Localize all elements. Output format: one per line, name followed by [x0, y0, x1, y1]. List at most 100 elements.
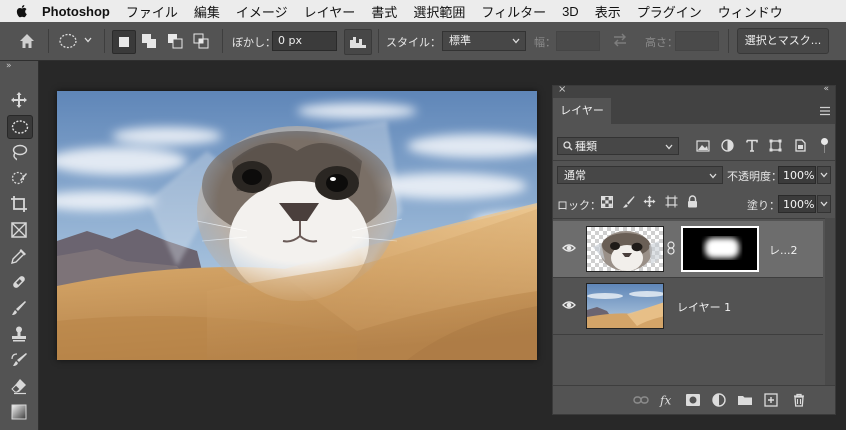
- app-menu[interactable]: Photoshop: [42, 4, 110, 19]
- menu-plugins[interactable]: プラグイン: [637, 2, 702, 21]
- panel-collapse-icon[interactable]: «: [823, 84, 829, 94]
- layer-row[interactable]: レイヤー 1: [553, 278, 823, 334]
- layer-style-fx-icon[interactable]: fx: [659, 392, 675, 408]
- filter-adjustment-icon[interactable]: [721, 139, 734, 152]
- bandage-icon: [13, 276, 25, 288]
- new-selection-icon: [119, 37, 129, 47]
- panel-close-icon[interactable]: ×: [558, 84, 566, 95]
- search-icon: [563, 141, 573, 151]
- menu-layer[interactable]: レイヤー: [304, 2, 356, 21]
- move-tool[interactable]: [7, 89, 31, 111]
- eye-icon[interactable]: [562, 241, 576, 255]
- layer-mask-thumbnail[interactable]: [681, 226, 759, 272]
- lock-all-icon[interactable]: [687, 195, 698, 208]
- lock-position-icon[interactable]: [643, 195, 656, 208]
- history-brush-tool[interactable]: [7, 349, 31, 371]
- healing-brush-tool[interactable]: [7, 271, 31, 293]
- new-group-folder-icon[interactable]: [737, 392, 753, 408]
- brush-tool[interactable]: [7, 297, 31, 319]
- elliptical-marquee-tool[interactable]: [7, 115, 33, 139]
- chevron-down-icon: [820, 172, 828, 178]
- eye-icon[interactable]: [562, 298, 576, 312]
- menu-3d[interactable]: 3D: [562, 4, 579, 19]
- lasso-tool[interactable]: [7, 141, 31, 163]
- adjustment-layer-icon[interactable]: [711, 392, 727, 408]
- height-input[interactable]: [675, 31, 719, 51]
- menu-window[interactable]: ウィンドウ: [718, 2, 783, 21]
- tool-preset-picker[interactable]: [58, 31, 94, 51]
- svg-text:fx: fx: [659, 394, 671, 408]
- feather-input[interactable]: 0 px: [272, 31, 337, 51]
- layers-scrollbar[interactable]: [825, 218, 835, 386]
- height-label: 高さ：: [645, 36, 678, 49]
- subtract-selection-icon: [168, 34, 183, 49]
- layer-filter-value: 種類: [575, 140, 597, 153]
- opacity-slider-toggle[interactable]: [817, 166, 831, 184]
- lock-artboard-icon[interactable]: [665, 195, 678, 208]
- clone-stamp-tool[interactable]: [7, 323, 31, 345]
- document-canvas[interactable]: [57, 91, 537, 360]
- menu-type[interactable]: 書式: [371, 2, 397, 21]
- menu-file[interactable]: ファイル: [126, 2, 178, 21]
- home-icon[interactable]: [18, 32, 36, 50]
- new-layer-icon[interactable]: [763, 392, 779, 408]
- menu-view[interactable]: 表示: [595, 2, 621, 21]
- filter-smart-object-icon[interactable]: [794, 139, 806, 152]
- panel-menu-icon[interactable]: [819, 106, 831, 116]
- new-selection-button[interactable]: [112, 30, 136, 54]
- lasso-icon: [12, 144, 28, 161]
- fill-slider-toggle[interactable]: [817, 195, 831, 213]
- eraser-tool[interactable]: [7, 375, 31, 397]
- layer-row[interactable]: レ...2: [553, 221, 823, 277]
- frame-tool[interactable]: [7, 219, 31, 241]
- lock-transparent-pixels-icon[interactable]: [601, 196, 613, 208]
- layer-thumbnail[interactable]: [586, 283, 664, 329]
- layer-filter-dropdown[interactable]: 種類: [557, 137, 679, 155]
- eyedropper-icon: [11, 249, 26, 264]
- fill-input[interactable]: 100%: [778, 195, 816, 213]
- desert-thumbnail-image: [587, 284, 663, 328]
- lock-image-pixels-icon[interactable]: [622, 195, 635, 208]
- link-layers-icon[interactable]: [633, 392, 649, 408]
- trash-icon[interactable]: [791, 392, 807, 408]
- style-dropdown[interactable]: 標準: [442, 31, 526, 51]
- layers-panel-footer: fx: [553, 385, 835, 414]
- options-bar: ぼかし： 0 px スタイル： 標準 幅： 高さ： 選択とマスク...: [0, 22, 846, 61]
- apple-icon[interactable]: [14, 3, 30, 19]
- menu-filter[interactable]: フィルター: [481, 2, 546, 21]
- filter-type-icon[interactable]: [746, 139, 758, 152]
- layer-thumbnail[interactable]: [586, 226, 664, 272]
- tab-layers[interactable]: レイヤー: [553, 98, 611, 124]
- layer-name[interactable]: レイヤー 1: [677, 299, 731, 315]
- panel-tab-row: レイヤー: [553, 98, 835, 124]
- ellipse-marquee-icon: [59, 33, 77, 49]
- eyedropper-tool[interactable]: [7, 245, 31, 267]
- select-and-mask-button[interactable]: 選択とマスク...: [737, 28, 829, 54]
- feather-label: ぼかし：: [232, 36, 276, 49]
- menu-edit[interactable]: 編集: [194, 2, 220, 21]
- add-mask-icon[interactable]: [685, 392, 701, 408]
- opacity-input[interactable]: 100%: [778, 166, 816, 184]
- filter-toggle-knob[interactable]: [821, 138, 828, 145]
- menu-image[interactable]: イメージ: [236, 2, 288, 21]
- menu-select[interactable]: 選択範囲: [413, 2, 465, 21]
- anti-alias-toggle[interactable]: [344, 29, 372, 55]
- gradient-tool[interactable]: [7, 401, 31, 423]
- quick-selection-tool[interactable]: [7, 167, 31, 189]
- gradient-icon: [11, 404, 27, 420]
- filter-pixel-icon[interactable]: [696, 140, 710, 152]
- history-brush-icon: [11, 353, 27, 366]
- layer-name[interactable]: レ...2: [769, 242, 798, 258]
- mask-link-icon[interactable]: [667, 241, 675, 255]
- ellipse-marquee-icon: [11, 120, 29, 134]
- subtract-from-selection-button[interactable]: [164, 30, 186, 52]
- width-input[interactable]: [556, 31, 600, 51]
- swap-arrows-icon[interactable]: [612, 33, 628, 47]
- filter-shape-icon[interactable]: [769, 139, 782, 152]
- style-value: 標準: [449, 34, 471, 47]
- toolbar-collapse[interactable]: »: [6, 61, 12, 71]
- crop-tool[interactable]: [7, 193, 31, 215]
- blend-mode-dropdown[interactable]: 通常: [557, 166, 723, 184]
- add-to-selection-button[interactable]: [138, 30, 160, 52]
- intersect-selection-button[interactable]: [190, 30, 212, 52]
